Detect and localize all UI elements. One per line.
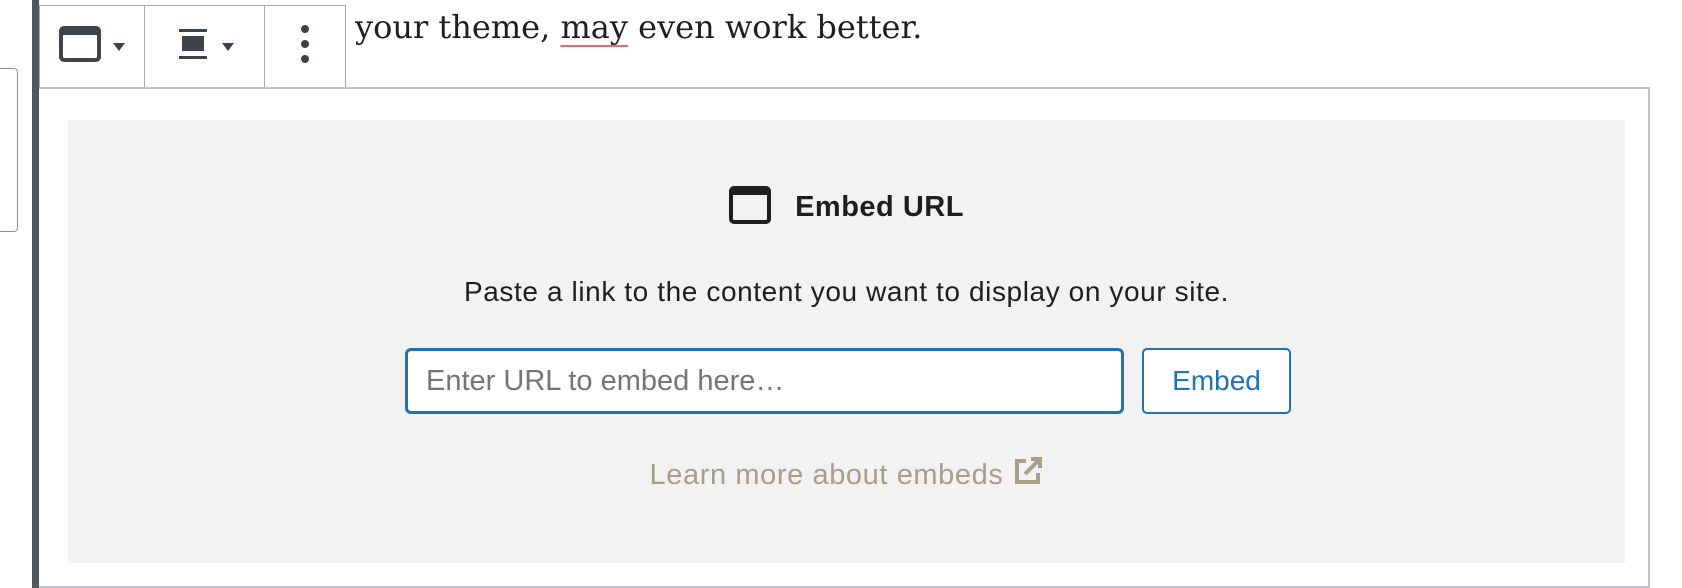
- block-type-switcher[interactable]: [40, 6, 145, 87]
- embed-placeholder-title: Embed URL: [68, 186, 1625, 229]
- embed-url-input[interactable]: [405, 348, 1124, 414]
- embed-placeholder: Embed URL Paste a link to the content yo…: [68, 120, 1625, 563]
- embed-button[interactable]: Embed: [1142, 348, 1291, 414]
- paragraph-text-after: even work better.: [638, 8, 923, 46]
- embed-instructions: Paste a link to the content you want to …: [463, 276, 1230, 307]
- embed-form: Embed: [405, 348, 1291, 414]
- misspelled-word[interactable]: may: [560, 8, 628, 46]
- paragraph-text-before: your theme,: [355, 8, 551, 46]
- learn-more-label: Learn more about embeds: [649, 458, 1004, 491]
- paragraph-text[interactable]: your theme, may even work better.: [355, 8, 922, 46]
- chevron-down-icon: [113, 42, 125, 51]
- learn-more-link[interactable]: Learn more about embeds: [68, 456, 1625, 494]
- embed-block-icon: [59, 26, 101, 67]
- vertical-ellipsis-icon: [300, 24, 310, 69]
- block-toolbar: [39, 5, 346, 87]
- embed-title-label: Embed URL: [795, 191, 964, 223]
- align-center-icon: [176, 27, 210, 66]
- embed-block-icon: [729, 186, 772, 229]
- alignment-dropdown[interactable]: [145, 6, 265, 87]
- block-selection-indicator: [32, 0, 39, 588]
- sidebar-edge-panel: [0, 68, 18, 232]
- more-options-button[interactable]: [265, 6, 345, 87]
- external-link-icon: [1013, 456, 1043, 494]
- chevron-down-icon: [221, 42, 234, 51]
